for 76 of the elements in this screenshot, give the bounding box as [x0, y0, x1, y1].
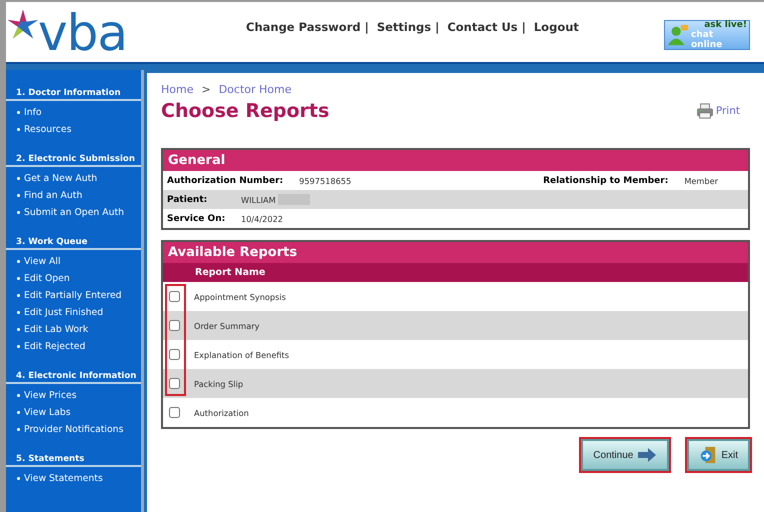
- field-label: Relationship to Member:: [543, 176, 668, 186]
- report-name: Order Summary: [194, 320, 260, 330]
- chat-online-badge[interactable]: ask live! chat online: [664, 20, 750, 50]
- sidebar-link[interactable]: Edit Open: [24, 273, 70, 284]
- sidebar-link[interactable]: Submit an Open Auth: [24, 207, 124, 218]
- sidebar-link[interactable]: Edit Rejected: [24, 341, 86, 352]
- report-name: Authorization: [194, 408, 249, 418]
- link-separator: |: [522, 20, 526, 34]
- field-value: Member: [684, 176, 718, 186]
- report-checkbox[interactable]: [169, 378, 180, 389]
- header-link[interactable]: Logout: [534, 20, 579, 34]
- sidebar-link[interactable]: Get a New Auth: [24, 173, 98, 184]
- bullet-icon: [17, 128, 20, 131]
- field-value: 9597518655: [299, 176, 352, 186]
- bullet-icon: [17, 311, 20, 314]
- bullet-icon: [17, 260, 20, 263]
- report-name: Explanation of Benefits: [194, 350, 290, 360]
- column-header: Report Name: [195, 267, 266, 278]
- link-separator: |: [364, 20, 369, 34]
- sidebar-link[interactable]: Edit Partially Entered: [24, 290, 122, 301]
- link-separator: |: [435, 20, 440, 34]
- sidebar-link[interactable]: Info: [24, 107, 42, 118]
- sidebar-link[interactable]: Edit Just Finished: [24, 307, 104, 318]
- field-value: 10/4/2022: [241, 214, 283, 224]
- arrow-right-icon: [637, 448, 658, 462]
- bullet-icon: [17, 194, 20, 197]
- bullet-icon: [17, 477, 20, 480]
- printer-icon: [696, 103, 714, 119]
- continue-button[interactable]: Continue: [581, 439, 670, 471]
- field-label: Authorization Number:: [167, 176, 284, 186]
- field-value: WILLIAM: [241, 194, 276, 204]
- header-link[interactable]: Contact Us: [447, 20, 518, 34]
- exit-button[interactable]: Exit: [687, 439, 750, 471]
- report-checkbox[interactable]: [169, 407, 180, 418]
- logo-text: vba: [38, 8, 127, 58]
- sidebar-link[interactable]: Resources: [24, 124, 72, 135]
- report-checkbox[interactable]: [169, 349, 180, 360]
- bullet-icon: [17, 211, 20, 214]
- sidebar-link[interactable]: View Labs: [24, 407, 71, 418]
- breadcrumb-link[interactable]: Home: [161, 83, 194, 96]
- print-link[interactable]: Print: [716, 105, 740, 117]
- sidebar-section-title: 4. Electronic Information: [6, 371, 141, 384]
- bullet-icon: [17, 345, 20, 348]
- report-name: Appointment Synopsis: [194, 292, 286, 302]
- report-name: Packing Slip: [194, 378, 244, 388]
- bullet-icon: [17, 411, 20, 414]
- door-arrow-icon: [699, 446, 718, 464]
- page-title: Choose Reports: [161, 100, 330, 122]
- bullet-icon: [17, 328, 20, 331]
- panel-header: Available Reports: [163, 242, 748, 263]
- sidebar-section-title: 2. Electronic Submission: [6, 154, 141, 167]
- bullet-icon: [17, 111, 20, 114]
- report-checkbox[interactable]: [169, 291, 180, 302]
- header-link[interactable]: Settings: [376, 20, 432, 34]
- sidebar-link[interactable]: Edit Lab Work: [24, 324, 88, 335]
- bullet-icon: [17, 394, 20, 397]
- bullet-icon: [17, 428, 20, 431]
- person-icon: [667, 24, 689, 46]
- panel-header: General: [163, 150, 748, 171]
- sidebar-section-title: 1. Doctor Information: [6, 88, 141, 101]
- bullet-icon: [17, 177, 20, 180]
- sidebar-link[interactable]: View Statements: [24, 473, 103, 484]
- bullet-icon: [17, 277, 20, 280]
- sidebar-link[interactable]: Provider Notifications: [24, 424, 124, 435]
- sidebar-link[interactable]: View Prices: [24, 390, 77, 401]
- header-link[interactable]: Change Password: [246, 20, 361, 34]
- bullet-icon: [17, 294, 20, 297]
- report-checkbox[interactable]: [169, 320, 180, 331]
- sidebar-section-title: 3. Work Queue: [6, 237, 141, 250]
- sidebar-link[interactable]: View All: [24, 256, 61, 267]
- sidebar-section-title: 5. Statements: [6, 454, 141, 467]
- sidebar-link[interactable]: Find an Auth: [24, 190, 82, 201]
- field-label: Service On:: [167, 214, 226, 224]
- breadcrumb-separator: >: [201, 83, 211, 96]
- field-label: Patient:: [167, 194, 208, 204]
- breadcrumb-link[interactable]: Doctor Home: [218, 83, 292, 96]
